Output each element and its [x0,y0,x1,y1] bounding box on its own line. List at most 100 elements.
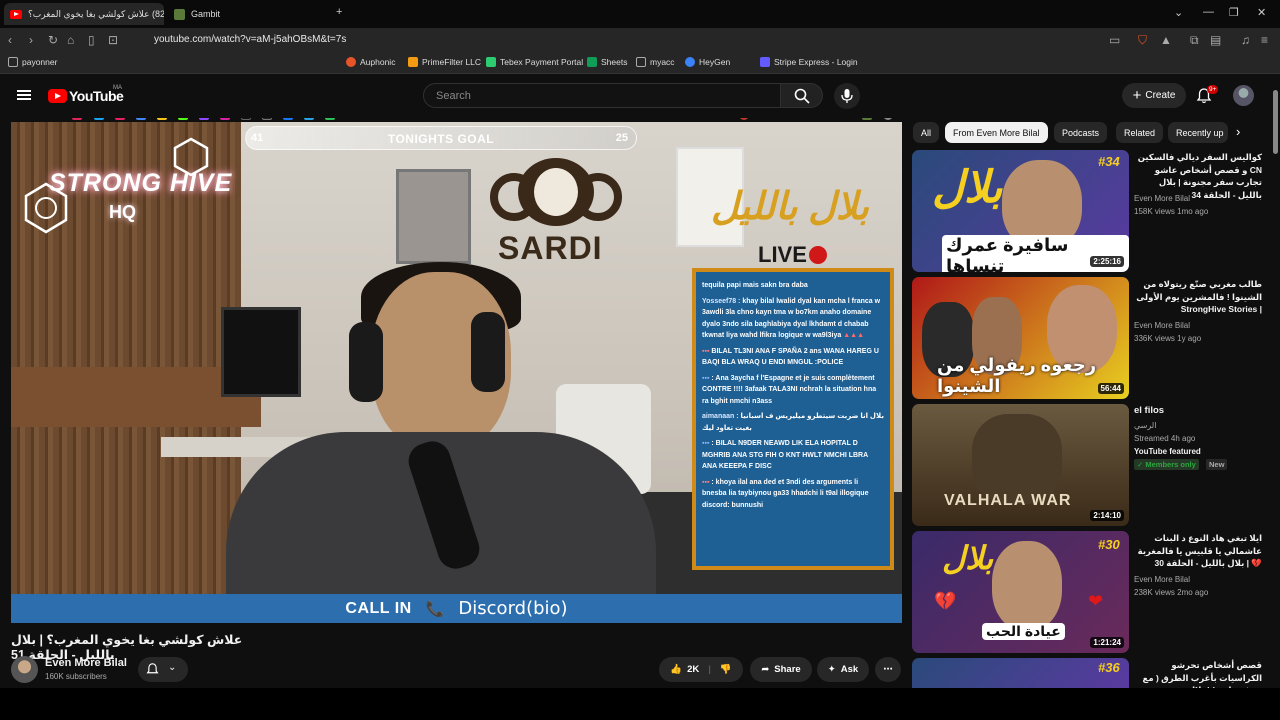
related-meta: 238K views 2mo ago [1134,588,1209,597]
related-title[interactable]: قصص أشخاص تحرشو الكراسيات بأغرب الطرق ( … [1134,659,1262,688]
related-channel[interactable]: Even More Bilal [1134,321,1190,330]
search-icon [794,88,810,104]
account-avatar[interactable] [1233,85,1254,106]
bookmark-item[interactable]: Tebex Payment Portal [486,57,583,67]
like-count[interactable]: 2K [687,664,699,675]
more-icon: ⋯ [883,664,893,675]
extensions-puzzle-icon[interactable]: ⧉ [1190,33,1199,47]
heart-icon: ❤ [1088,591,1104,611]
chat-message: ▪▪▪ : khoya ilal ana ded et 3ndi des arg… [702,478,869,509]
bell-icon [146,663,159,674]
bookmark-item[interactable]: Sheets [587,57,627,67]
related-thumbnail[interactable]: VALHALA WAR 2:14:10 [912,404,1129,526]
voice-search-button[interactable] [834,83,860,109]
video-player[interactable]: SARDI بلال بالليل LIVE STRONG HIVE HQ 41… [11,122,902,623]
related-meta: 336K views 1y ago [1134,334,1202,343]
search-input[interactable]: Search [423,83,781,108]
sheets-icon [587,57,597,67]
live-sign: LIVE [758,242,807,267]
scrollbar-track[interactable] [1272,74,1280,720]
related-meta: 158K views 1mo ago [1134,207,1209,216]
auphonic-icon [346,57,356,67]
chip-from-channel[interactable]: From Even More Bilal [945,122,1048,143]
cast-icon[interactable]: ▭ [1109,33,1120,47]
media-icon[interactable]: ♫ [1241,33,1250,47]
bookmark-icon[interactable]: ⊡ [108,33,118,47]
goal-target: 25 [615,132,628,144]
youtube-favicon-icon [10,9,22,19]
bookmark-item[interactable]: myacc [636,57,675,67]
duration-badge: 2:25:16 [1090,256,1124,267]
phone-icon: 📞 [425,600,445,618]
dislike-icon[interactable]: 👎 [720,664,732,675]
sparkle-icon: ✦ [827,664,836,675]
channel-name[interactable]: Even More Bilal [45,657,127,669]
subscribed-bell-button[interactable]: ⌄ [138,657,188,682]
scrollbar-thumb[interactable] [1273,90,1278,154]
new-tab-icon[interactable]: + [336,6,342,18]
related-title[interactable]: طالب مغربي صنّع ريتولاه من الشينوا ! فال… [1134,278,1262,316]
notification-count-badge: 9+ [1207,85,1219,94]
youtube-logo-icon[interactable] [48,89,67,103]
related-title[interactable]: ايلا تبغي هاد النوع د البنات عاشمالي يا … [1134,532,1262,570]
close-window-icon[interactable]: ✕ [1257,6,1266,19]
stripe-icon [760,57,770,67]
headphone-right [471,312,505,392]
browser-tab-bar: (826) علاش كولشي بغا يخوي المغرب؟ Gambit… [0,0,1280,28]
minimize-icon[interactable]: — [1203,6,1214,18]
related-thumbnail[interactable]: بلال #34 سافيرة عمرك تنساها 2:25:16 [912,150,1129,272]
bookmark-item[interactable]: Stripe Express - Login [760,57,858,67]
related-thumbnail[interactable]: رجعوه ريفولي من الشينوا 56:44 [912,277,1129,399]
hamburger-menu-icon[interactable] [17,90,31,100]
brave-shield-icon[interactable]: ⛉ [1138,33,1147,47]
browser-tab-active[interactable]: (826) علاش كولشي بغا يخوي المغرب؟ [4,3,164,25]
chips-next-arrow-icon[interactable]: › [1236,124,1240,139]
menu-icon[interactable]: ≡ [1261,33,1268,47]
chat-message: ▪▪▪ : Ana 3aycha f l'Espagne et je suis … [702,374,877,405]
bottom-black-bar [0,688,1280,720]
url-field[interactable]: youtube.com/watch?v=aM-j5ahOBsM&t=7s [154,34,346,45]
related-channel[interactable]: الرسي [1134,421,1156,430]
home-icon[interactable]: ⌂ [67,33,74,47]
thumbnail-warrior [972,414,1062,504]
bookmark-item[interactable]: HeyGen [685,57,730,67]
bookmark-item[interactable]: payonner [8,57,57,67]
search-button[interactable] [781,83,823,108]
tab-title: (826) علاش كولشي بغا يخوي المغرب؟ [28,8,164,19]
ask-button[interactable]: ✦ Ask [817,657,869,682]
bookmark-item[interactable]: Auphonic [346,57,395,67]
back-icon[interactable]: ‹ [8,33,12,47]
tab-search-icon[interactable]: ⌄ [1174,6,1183,19]
related-channel[interactable]: Even More Bilal [1134,194,1190,203]
share-button[interactable]: ➦ Share [750,657,812,682]
related-title[interactable]: el filos [1134,405,1262,418]
chat-message: Yosseef78 : khay bilal lwalid dyal kan m… [702,297,881,340]
bookmark-item[interactable]: PrimeFilter LLC [408,57,481,67]
wallet-icon[interactable]: ▤ [1210,33,1221,47]
duration-badge: 1:21:24 [1090,637,1124,648]
heygen-icon [685,57,695,67]
members-only-badge: ✓ Members only [1134,459,1199,470]
chip-all[interactable]: All [913,122,940,143]
chip-related[interactable]: Related [1116,122,1164,143]
create-button[interactable]: + Create [1122,83,1186,108]
forward-icon[interactable]: › [29,33,33,47]
sidebar-toggle-icon[interactable]: ▯ [88,33,95,47]
more-actions-button[interactable]: ⋯ [875,657,901,682]
channel-avatar[interactable] [11,656,38,683]
browser-tab-gambit[interactable]: Gambit [168,3,323,25]
neon-hexagon-icon [24,182,68,234]
reload-icon[interactable]: ↻ [48,33,58,47]
related-thumbnail[interactable]: بلال #30 💔 ❤ عيادة الحب 1:21:24 [912,531,1129,653]
silver-play-button-frame [396,169,471,264]
related-thumbnail[interactable]: #36 [912,658,1129,688]
maximize-icon[interactable]: ❐ [1229,6,1239,19]
extension-icon[interactable]: ▲ [1160,33,1172,47]
thumbnail-person [992,541,1062,631]
chip-recently-uploaded[interactable]: Recently up [1168,122,1228,143]
chip-podcasts[interactable]: Podcasts [1054,122,1108,143]
gambit-favicon-icon [174,8,185,20]
related-channel[interactable]: Even More Bilal [1134,575,1190,584]
like-icon[interactable]: 👍 [670,664,682,675]
microphone-icon [841,89,853,103]
